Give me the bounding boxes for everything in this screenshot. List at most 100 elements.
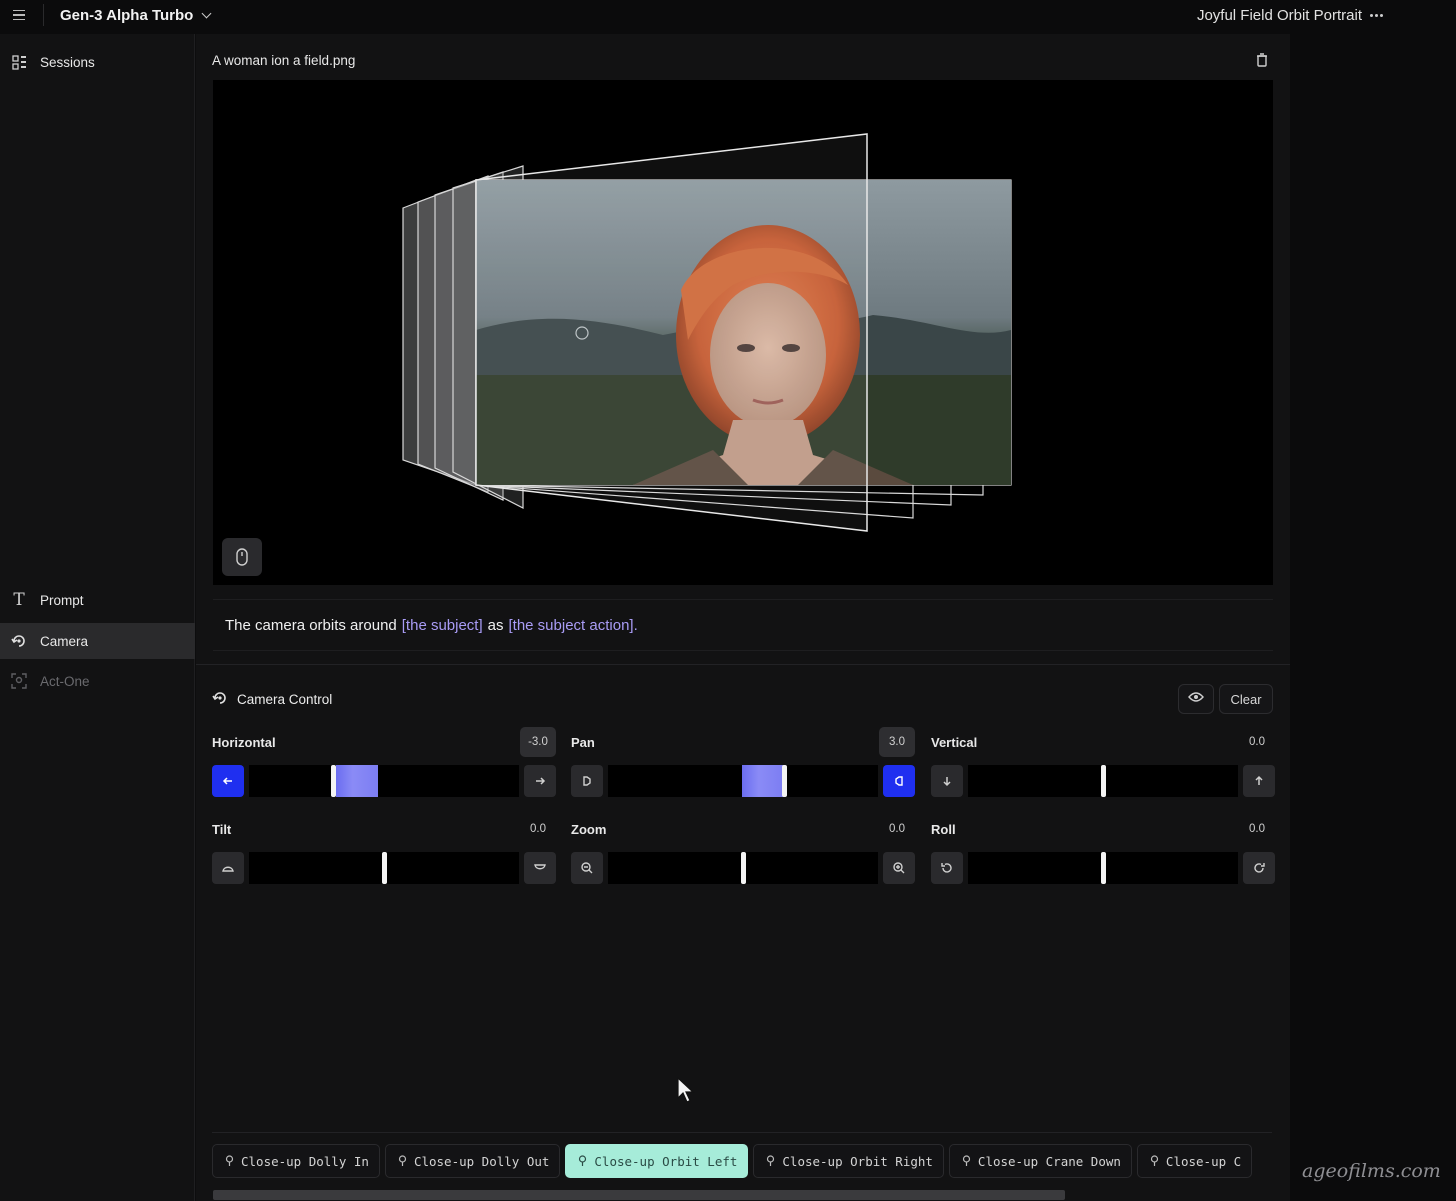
zoom-value[interactable]: 0.0	[879, 814, 915, 844]
zoom-slider[interactable]	[608, 852, 878, 884]
more-options-icon[interactable]	[1366, 4, 1386, 26]
pin-icon	[579, 1155, 587, 1166]
vertical-label: Vertical	[931, 735, 978, 750]
face-capture-icon	[11, 673, 27, 689]
preset-label: Close-up Crane Down	[977, 1153, 1121, 1169]
horizontal-increase-button[interactable]	[524, 765, 556, 797]
prompt-token-action[interactable]: [the subject action].	[509, 617, 638, 634]
zoom-control: Zoom 0.0	[571, 821, 915, 895]
text-t-icon: T	[13, 590, 25, 610]
horizontal-slider-thumb[interactable]	[331, 765, 336, 797]
preset-chip[interactable]: Close-up Dolly In	[212, 1144, 380, 1178]
horizontal-value[interactable]: -3.0	[520, 727, 556, 757]
zoom-slider-thumb[interactable]	[741, 852, 746, 884]
prompt-text: The camera orbits around	[225, 616, 397, 634]
sidebar-item-act-one[interactable]: Act-One	[0, 663, 195, 699]
zoom-out-icon	[581, 862, 593, 874]
mouse-cursor-icon	[677, 1076, 695, 1103]
preset-chip[interactable]: Close-up Orbit Left	[565, 1144, 749, 1178]
camera-control-title: Camera Control	[237, 691, 333, 707]
sidebar-item-label: Act-One	[40, 673, 90, 689]
roll-increase-button[interactable]	[1243, 852, 1275, 884]
main-panel: A woman ion a field.png The camera orbit…	[196, 34, 1290, 1201]
sidebar-item-prompt[interactable]: T Prompt	[0, 582, 195, 618]
arrow-right-icon	[536, 777, 546, 785]
pan-decrease-button[interactable]	[571, 765, 603, 797]
tilt-value[interactable]: 0.0	[520, 814, 556, 844]
horizontal-slider[interactable]	[249, 765, 519, 797]
tilt-increase-button[interactable]	[524, 852, 556, 884]
preset-divider	[212, 1132, 1272, 1133]
horizontal-scrollbar[interactable]	[213, 1190, 1065, 1200]
hamburger-menu-icon[interactable]	[8, 4, 30, 26]
horizontal-control: Horizontal -3.0	[212, 727, 556, 808]
eye-icon	[1188, 690, 1204, 708]
rotate-cw-icon	[1254, 863, 1265, 873]
preset-chip[interactable]: Close-up Orbit Right	[753, 1144, 944, 1178]
sidebar-item-label: Camera	[40, 633, 89, 649]
project-title[interactable]: Joyful Field Orbit Portrait	[1197, 4, 1362, 26]
vertical-decrease-button[interactable]	[931, 765, 963, 797]
visibility-toggle-button[interactable]	[1178, 684, 1214, 714]
file-name: A woman ion a field.png	[212, 53, 356, 68]
roll-value[interactable]: 0.0	[1239, 814, 1275, 844]
vertical-slider[interactable]	[968, 765, 1238, 797]
pin-icon	[1150, 1155, 1159, 1166]
model-label: Gen-3 Alpha Turbo	[60, 6, 194, 24]
preset-strip: Close-up Dolly In Close-up Dolly Out Close…	[212, 1144, 1272, 1178]
orbit-preview-image	[402, 133, 1012, 532]
sidebar-item-camera[interactable]: Camera	[0, 623, 195, 659]
pan-increase-button[interactable]	[883, 765, 915, 797]
preset-chip[interactable]: Close-up Crane Down	[948, 1144, 1132, 1178]
prompt-token-subject[interactable]: [the subject]	[402, 617, 483, 634]
vertical-control: Vertical 0.0	[931, 734, 1275, 808]
tilt-control: Tilt 0.0	[212, 821, 556, 895]
trash-icon[interactable]	[1254, 52, 1270, 68]
preset-label: Close-up Dolly Out	[413, 1153, 550, 1169]
clear-button[interactable]: Clear	[1219, 684, 1273, 714]
zoom-decrease-button[interactable]	[571, 852, 603, 884]
preset-label: Close-up Dolly In	[241, 1153, 369, 1169]
pan-slider-thumb[interactable]	[782, 765, 787, 797]
mouse-icon[interactable]	[222, 538, 262, 576]
preset-chip[interactable]: Close-up C	[1136, 1144, 1253, 1178]
vertical-value[interactable]: 0.0	[1239, 727, 1275, 757]
sidebar: Sessions T Prompt Camera Act-One	[0, 34, 195, 1201]
tilt-label: Tilt	[212, 822, 232, 837]
arrow-up-icon	[1255, 775, 1263, 785]
vertical-slider-thumb[interactable]	[1101, 765, 1106, 797]
tilt-decrease-button[interactable]	[212, 852, 244, 884]
arrow-down-icon	[943, 777, 951, 787]
horizontal-decrease-button[interactable]	[212, 765, 244, 797]
prompt-text: as	[487, 616, 504, 634]
topbar-divider	[43, 4, 44, 26]
roll-slider[interactable]	[968, 852, 1238, 884]
horizontal-label: Horizontal	[212, 735, 276, 750]
pan-slider-fill	[742, 765, 784, 797]
top-bar: Gen-3 Alpha Turbo Joyful Field Orbit Por…	[0, 0, 1456, 34]
pan-slider[interactable]	[608, 765, 878, 797]
sidebar-item-sessions[interactable]: Sessions	[0, 44, 195, 80]
prompt-input[interactable]: The camera orbits around [the subject] a…	[213, 599, 1273, 651]
tilt-slider-thumb[interactable]	[382, 852, 387, 884]
pan-value[interactable]: 3.0	[879, 727, 915, 757]
camera-orbit-icon	[212, 690, 228, 709]
vertical-increase-button[interactable]	[1243, 765, 1275, 797]
model-selector[interactable]: Gen-3 Alpha Turbo	[60, 4, 212, 26]
tilt-down-icon	[534, 864, 546, 870]
roll-decrease-button[interactable]	[931, 852, 963, 884]
tilt-up-icon	[222, 866, 234, 872]
rotate-ccw-icon	[941, 863, 952, 873]
pin-icon	[225, 1155, 234, 1166]
preset-chip[interactable]: Close-up Dolly Out	[384, 1144, 561, 1178]
sidebar-item-label: Sessions	[40, 54, 95, 70]
roll-slider-thumb[interactable]	[1101, 852, 1106, 884]
arrow-left-icon	[222, 777, 232, 785]
grid-icon	[11, 54, 27, 70]
right-gutter	[1290, 34, 1456, 1201]
pan-left-icon	[583, 776, 591, 786]
image-preview[interactable]	[213, 80, 1273, 585]
tilt-slider[interactable]	[249, 852, 519, 884]
preset-label: Close-up C	[1165, 1153, 1242, 1169]
zoom-increase-button[interactable]	[883, 852, 915, 884]
